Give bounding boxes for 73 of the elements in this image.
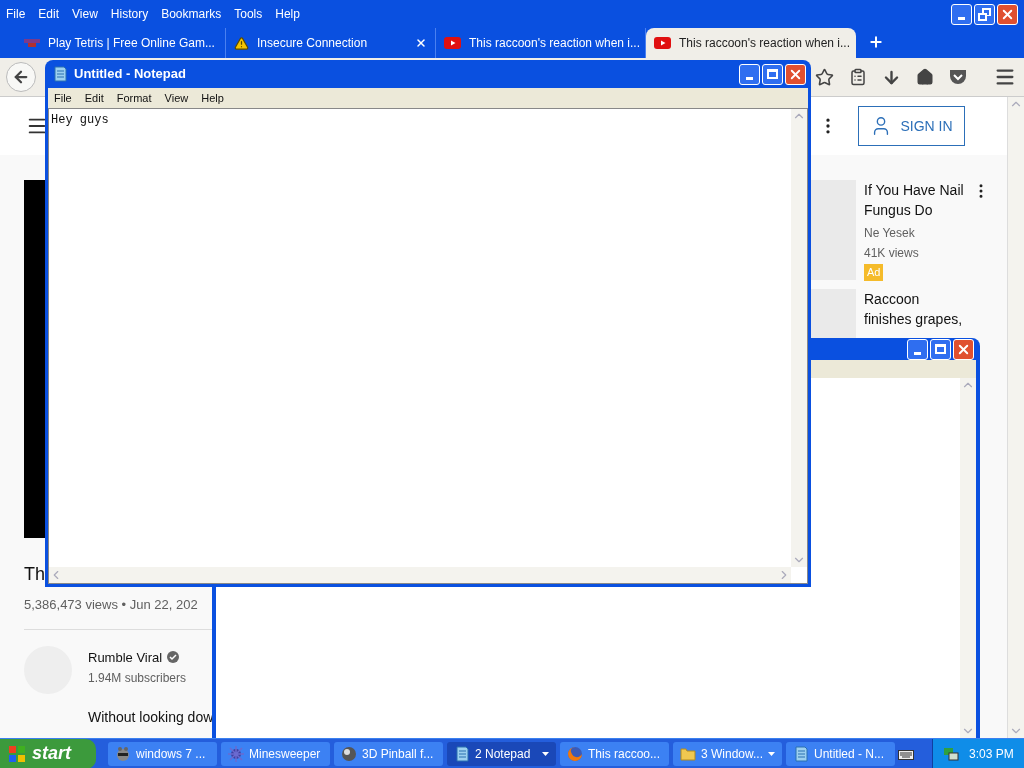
menu-item[interactable]: File: [54, 89, 72, 107]
back-button[interactable]: [6, 62, 36, 92]
browser-tab[interactable]: This raccoon's reaction when i...: [646, 28, 856, 58]
ad-badge: Ad: [864, 264, 884, 281]
minimize-button[interactable]: [739, 63, 760, 85]
menu-item[interactable]: File: [6, 5, 26, 23]
taskbar-button[interactable]: Minesweeper: [221, 741, 330, 766]
menu-item[interactable]: Help: [201, 89, 224, 107]
close-button[interactable]: [785, 63, 806, 85]
tab-title: Insecure Connection: [257, 35, 369, 52]
menu-item[interactable]: View: [72, 5, 98, 23]
verified-icon: [167, 651, 180, 664]
menu-item[interactable]: View: [164, 89, 189, 107]
warning-icon: [234, 35, 249, 51]
notepad-icon: [793, 745, 809, 762]
video-thumbnail[interactable]: [810, 180, 856, 280]
menu-item[interactable]: History: [110, 5, 149, 23]
related-views: 41K views: [864, 245, 920, 262]
menu-item[interactable]: Tools: [234, 5, 263, 23]
close-tab-icon[interactable]: [415, 37, 427, 49]
menu-item[interactable]: Edit: [38, 5, 60, 23]
raccoon-icon: [115, 745, 131, 762]
maximize-button[interactable]: [762, 63, 783, 85]
windows-logo-icon: [8, 744, 26, 763]
game-icon: [24, 38, 40, 48]
menu-icon[interactable]: [994, 66, 1016, 88]
menu-item[interactable]: Bookmarks: [161, 5, 222, 23]
start-button[interactable]: start: [0, 738, 96, 768]
ball-icon: [341, 745, 357, 762]
play-icon: [654, 37, 671, 49]
keyboard-icon[interactable]: [898, 747, 914, 760]
subscriber-count: 1.94M subscribers: [88, 670, 188, 687]
mine-icon: [228, 745, 244, 762]
clock: 3:03 PM: [969, 745, 1014, 763]
taskbar-button[interactable]: 2 Notepad: [447, 741, 556, 766]
taskbar-button[interactable]: windows 7 ...: [108, 741, 217, 766]
menu-item[interactable]: Edit: [84, 89, 104, 107]
video-description: Without looking dow: [88, 708, 214, 727]
maximize-button[interactable]: [930, 338, 951, 360]
restore-button[interactable]: [974, 3, 995, 25]
video-meta: 5,386,473 views • Jun 22, 202: [24, 596, 199, 614]
taskbar-button[interactable]: 3D Pinball f...: [334, 741, 443, 766]
close-button[interactable]: [953, 338, 974, 360]
video-title: Th: [24, 563, 45, 586]
taskbar-button[interactable]: 3 Window...: [673, 741, 782, 766]
home-icon[interactable]: [916, 68, 934, 86]
sign-in-button[interactable]: SIGN IN: [858, 106, 965, 146]
network-icon[interactable]: [943, 745, 959, 762]
star-icon[interactable]: [815, 67, 834, 87]
tab-title: Play Tetris | Free Online Gam...: [48, 35, 215, 52]
menu-item[interactable]: Format: [116, 89, 152, 107]
channel-name[interactable]: Rumble Viral: [88, 647, 163, 667]
play-icon: [444, 37, 461, 49]
minimize-button[interactable]: [951, 3, 972, 25]
notepad-icon: [454, 745, 470, 762]
tab-title: This raccoon's reaction when i...: [469, 35, 641, 52]
window-title: Untitled - Notepad: [74, 65, 187, 84]
reading-list-icon[interactable]: [849, 68, 867, 86]
related-title[interactable]: Raccoon finishes grapes,: [864, 288, 964, 329]
minimize-button[interactable]: [907, 338, 928, 360]
taskbar-button[interactable]: Untitled - N...: [786, 741, 895, 766]
firefox-icon: [567, 745, 583, 762]
related-channel: Ne Yesek: [864, 225, 916, 242]
tab-title: This raccoon's reaction when i...: [679, 35, 851, 52]
menu-item[interactable]: Help: [275, 5, 300, 23]
video-thumbnail[interactable]: [810, 288, 856, 339]
taskbar-button[interactable]: This raccoo...: [560, 741, 669, 766]
close-button[interactable]: [997, 3, 1018, 25]
notepad-icon: [52, 66, 68, 82]
new-tab-icon[interactable]: [868, 34, 884, 50]
related-title[interactable]: If You Have Nail Fungus Do: [864, 180, 964, 220]
pocket-icon[interactable]: [949, 69, 967, 85]
folder-icon: [680, 745, 696, 762]
